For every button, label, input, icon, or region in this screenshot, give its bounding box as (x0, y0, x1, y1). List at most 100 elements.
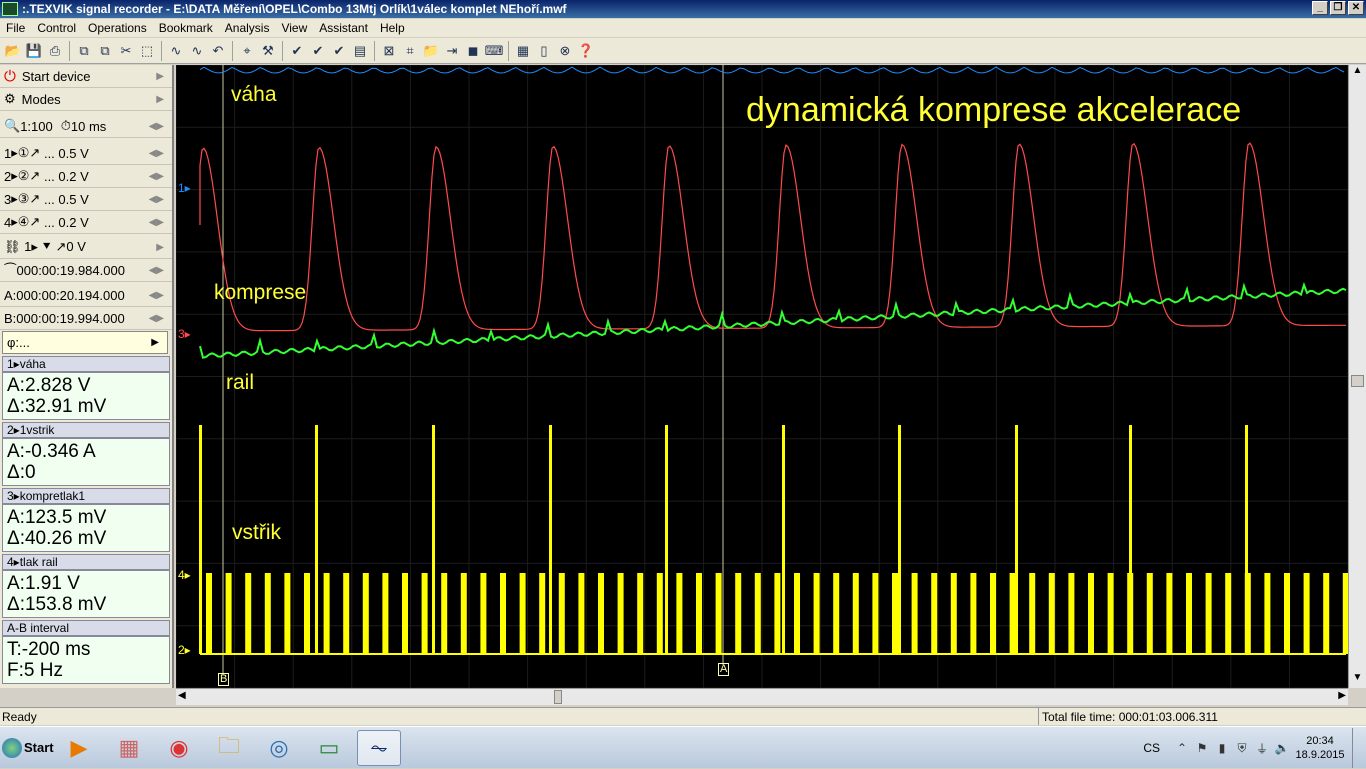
flag-icon[interactable]: ⚑ (1192, 741, 1212, 755)
close-doc-icon[interactable]: ⊗ (556, 42, 574, 60)
start-button[interactable]: Start (2, 730, 54, 766)
minimize-button[interactable]: _ (1312, 1, 1328, 15)
waveform-canvas[interactable] (176, 65, 1348, 688)
injection-pulse (1009, 573, 1016, 654)
folder-icon[interactable]: 📁 (422, 42, 440, 60)
select-icon[interactable]: ⬚ (138, 42, 156, 60)
info-header-3: 3▸kompretlak1 (2, 488, 170, 504)
channel-marker-2[interactable]: 2▸ (178, 643, 191, 657)
explorer-icon[interactable]: 🗀 (207, 730, 251, 766)
channel-marker-1[interactable]: 1▸ (178, 181, 191, 195)
network-icon[interactable]: ▮ (1212, 741, 1232, 755)
channel-marker-4[interactable]: 4▸ (178, 568, 191, 582)
open-icon[interactable]: 📂 (4, 42, 22, 60)
check3-icon[interactable]: ✔ (330, 42, 348, 60)
modes-button[interactable]: ⚙ Modes ▶ (0, 88, 172, 111)
keyboard-icon[interactable]: ⌨ (485, 42, 504, 60)
stop-icon[interactable]: ◼ (464, 42, 482, 60)
help-icon[interactable]: ❓ (577, 42, 595, 60)
cursor-a-label[interactable]: A (718, 663, 730, 676)
menu-view[interactable]: View (275, 21, 313, 35)
injection-pulse (519, 573, 526, 654)
channel-row-4[interactable]: 4 ▸ ④ ↗ ... 0.2 V ◀▶ (0, 211, 172, 234)
paste-icon[interactable]: ⧉ (96, 42, 114, 60)
vertical-scrollbar[interactable]: ▲ ▼ (1348, 65, 1366, 688)
menu-control[interactable]: Control (31, 21, 82, 35)
save-icon[interactable]: 💾 (25, 42, 43, 60)
oscilloscope-display[interactable]: dynamická komprese akcelerace váha kompr… (176, 65, 1348, 688)
volume-icon[interactable]: 🔈 (1272, 741, 1292, 755)
injection-pulse (696, 573, 702, 654)
check-icon[interactable]: ✔ (288, 42, 306, 60)
injection-pulse (558, 573, 565, 654)
doc-icon[interactable]: ▤ (351, 42, 369, 60)
channel-row-3[interactable]: 3 ▸ ③ ↗ ... 0.5 V ◀▶ (0, 188, 172, 211)
clock[interactable]: 20:34 18.9.2015 (1292, 734, 1348, 762)
cursor-a-row[interactable]: A:000:00:20.194.000 ◀▶ (0, 284, 172, 307)
power-icon: ⏻ (4, 67, 16, 85)
cursor-b-label[interactable]: B (218, 673, 230, 686)
phase-row[interactable]: φ:... ▶ (2, 331, 168, 354)
usb-icon[interactable]: ⏚ (1252, 740, 1272, 757)
texvik-app-icon[interactable]: ⏦ (357, 729, 401, 766)
close-button[interactable]: ✕ (1348, 1, 1364, 15)
menu-operations[interactable]: Operations (82, 21, 153, 35)
chrome-icon[interactable]: ◉ (157, 730, 201, 766)
channel-marker-3[interactable]: 3▸ (178, 327, 191, 341)
injection-pulse (402, 573, 408, 654)
menu-bookmark[interactable]: Bookmark (153, 21, 219, 35)
media-player-icon[interactable]: ▶ (57, 730, 101, 766)
step-icon[interactable]: ⇥ (443, 42, 461, 60)
injection-pulse (206, 573, 212, 654)
monitor-app-icon[interactable]: ▭ (307, 730, 351, 766)
scroll-down-icon[interactable]: ▼ (1349, 672, 1366, 688)
scroll-up-icon[interactable]: ▲ (1349, 65, 1366, 81)
injection-spike (665, 425, 668, 654)
info-box-3: A:123.5 mV Δ:40.26 mV (2, 504, 170, 552)
injection-spike (432, 425, 435, 654)
injection-spike (549, 425, 552, 654)
probe-icon: ↗ (29, 168, 41, 183)
trigger-position-row[interactable]: ⏜ 000:00:19.984.000 ◀▶ (0, 259, 172, 282)
page-icon[interactable]: ▯ (535, 42, 553, 60)
security-icon[interactable]: ⛨ (1232, 741, 1252, 756)
tool-icon[interactable]: ⚒ (259, 42, 277, 60)
undo-icon[interactable]: ↶ (209, 42, 227, 60)
channel-row-2[interactable]: 2 ▸ ② ↗ ... 0.2 V ◀▶ (0, 165, 172, 188)
injection-pulse (284, 573, 291, 654)
injection-pulse (500, 573, 506, 654)
check2-icon[interactable]: ✔ (309, 42, 327, 60)
menu-help[interactable]: Help (374, 21, 411, 35)
network-app-icon[interactable]: ◎ (257, 730, 301, 766)
wave2-icon[interactable]: ∿ (188, 42, 206, 60)
menu-analysis[interactable]: Analysis (219, 21, 276, 35)
tray-expand-icon[interactable]: ⌃ (1172, 741, 1192, 755)
scroll-thumb[interactable] (1351, 375, 1364, 387)
files-app-icon[interactable]: ▦ (107, 730, 151, 766)
cut-icon[interactable]: ✂ (117, 42, 135, 60)
cursor-icon[interactable]: ⌗ (401, 42, 419, 60)
cursor-b-row[interactable]: B:000:00:19.994.000 ◀▶ (0, 307, 172, 330)
trigger-row[interactable]: ⛓ 1▸ ⯆ ↗0 V ▶ (0, 236, 172, 259)
language-indicator[interactable]: CS (1143, 741, 1160, 755)
restore-button[interactable]: ❐ (1330, 1, 1346, 15)
injection-pulse (1088, 573, 1094, 654)
menu-assistant[interactable]: Assistant (313, 21, 374, 35)
copy-icon[interactable]: ⧉ (75, 42, 93, 60)
channel-row-1[interactable]: 1 ▸ ① ↗ ... 0.5 V ◀▶ (0, 142, 172, 165)
scroll-right-icon[interactable]: ▶ (1338, 690, 1346, 701)
injection-pulse (1048, 573, 1055, 654)
injection-pulse (1303, 573, 1310, 654)
show-desktop-button[interactable] (1352, 728, 1366, 768)
print-icon[interactable]: ⎙ (46, 42, 64, 60)
wave-icon[interactable]: ∿ (167, 42, 185, 60)
h-scroll-thumb[interactable] (554, 690, 562, 704)
zoom-row[interactable]: 🔍 1:100 ⏱ 10 ms ◀▶ (0, 115, 172, 138)
horizontal-scrollbar[interactable]: ◀ ▶ (176, 688, 1348, 705)
start-device-button[interactable]: ⏻ Start device ▶ (0, 65, 172, 88)
graph-icon[interactable]: ▦ (514, 42, 532, 60)
measure-icon[interactable]: ⌖ (238, 42, 256, 60)
menu-file[interactable]: File (0, 21, 31, 35)
zoom-fit-icon[interactable]: ⊠ (380, 42, 398, 60)
scroll-left-icon[interactable]: ◀ (178, 690, 186, 701)
